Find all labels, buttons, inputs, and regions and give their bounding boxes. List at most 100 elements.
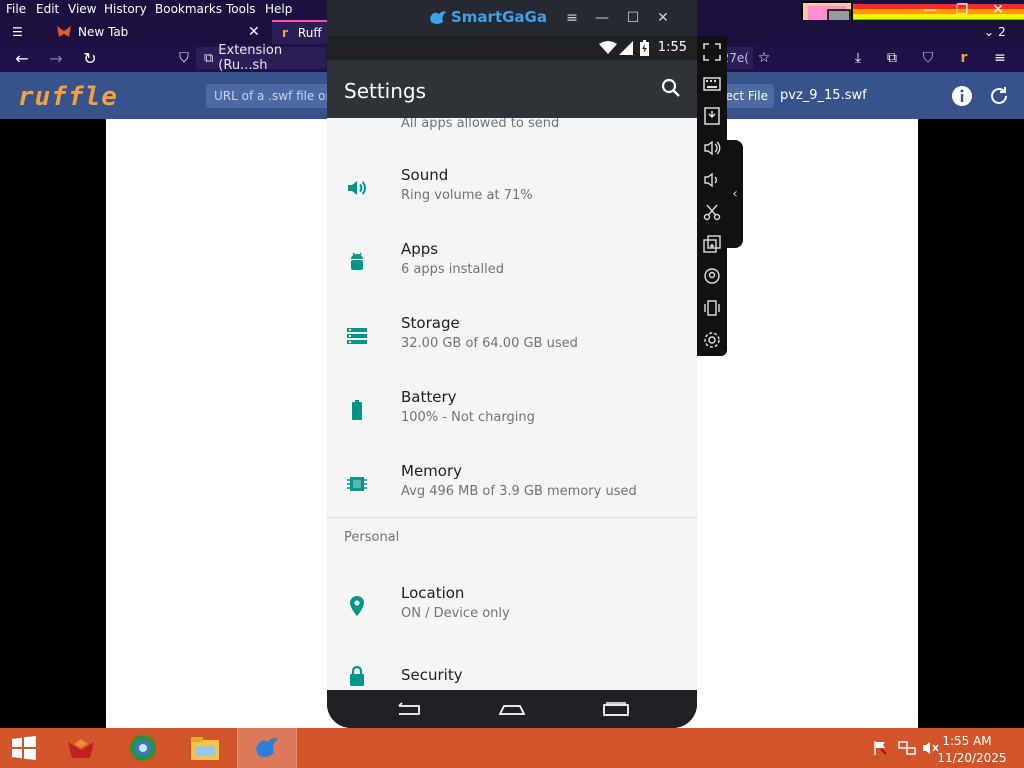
start-button[interactable]	[0, 728, 48, 768]
close-tab-icon[interactable]: ✕	[248, 24, 260, 40]
storage-row[interactable]: Storage 32.00 GB of 64.00 GB used	[327, 300, 697, 374]
gear-icon[interactable]	[702, 330, 722, 350]
info-icon[interactable]	[950, 84, 974, 108]
settings-list: All apps allowed to send Sound Ring volu…	[327, 118, 697, 690]
multi-instance-icon[interactable]	[702, 234, 722, 254]
menu-edit[interactable]: Edit	[36, 2, 59, 16]
restore-icon[interactable]: ❐	[952, 0, 972, 20]
fullscreen-icon[interactable]	[702, 42, 722, 62]
tab-count-chevron-icon[interactable]: ⌄ 2	[984, 20, 1006, 44]
location-pin-icon	[350, 596, 364, 616]
android-status-bar	[327, 36, 697, 60]
ruffle-logo: ruffle	[18, 82, 118, 112]
emulator-titlebar[interactable]: SmartGaGa ≡ — ☐ ✕	[327, 0, 697, 36]
minimize-icon[interactable]: —	[920, 0, 940, 20]
android-icon	[351, 252, 363, 270]
emulator-brand: SmartGaGa	[451, 8, 547, 26]
security-row[interactable]: Security	[327, 654, 697, 690]
menu-tools[interactable]: Tools	[226, 2, 256, 16]
collapse-toolbar-chevron-icon[interactable]: ‹	[727, 140, 743, 248]
row-subtitle: Ring volume at 71%	[401, 188, 533, 203]
recents-nav-icon[interactable]	[602, 698, 630, 720]
taskbar-clock-time[interactable]: 1:55 AM	[932, 734, 1002, 748]
menu-view[interactable]: View	[68, 2, 96, 16]
back-icon[interactable]: ←	[12, 48, 32, 68]
volume-icon	[348, 181, 366, 195]
screenshot-scissors-icon[interactable]	[702, 202, 722, 222]
keyboard-icon[interactable]	[702, 74, 722, 94]
emulator-minimize-icon[interactable]: —	[592, 8, 612, 28]
windows-taskbar	[0, 727, 1024, 768]
smartgaga-emulator-window: SmartGaGa ≡ — ☐ ✕ 1:55 Settings All apps…	[327, 0, 697, 728]
sound-row[interactable]: Sound Ring volume at 71%	[327, 152, 697, 226]
search-icon[interactable]	[659, 76, 683, 100]
memory-chip-icon	[347, 477, 367, 491]
row-title: Battery	[401, 388, 457, 406]
row-title: Memory	[401, 462, 463, 480]
emulator-menu-icon[interactable]: ≡	[562, 8, 582, 28]
shake-icon[interactable]	[702, 298, 722, 318]
page-title: Settings	[344, 79, 427, 103]
tab-label: Ruff	[297, 26, 322, 40]
forward-icon[interactable]: →	[46, 48, 66, 68]
reload-icon[interactable]: ↻	[80, 48, 100, 68]
row-subtitle: 32.00 GB of 64.00 GB used	[401, 336, 578, 351]
folder-icon	[191, 737, 219, 760]
back-nav-icon[interactable]	[395, 698, 423, 720]
reload-swf-icon[interactable]	[987, 84, 1011, 108]
row-title: Storage	[401, 314, 460, 332]
battery-icon	[352, 400, 362, 420]
emulator-maximize-icon[interactable]: ☐	[623, 8, 643, 28]
volume-down-icon[interactable]	[702, 170, 722, 190]
apps-row[interactable]: Apps 6 apps installed	[327, 226, 697, 300]
section-divider	[327, 517, 697, 518]
menu-file[interactable]: File	[6, 2, 26, 16]
close-window-icon[interactable]: ✕	[988, 0, 1008, 20]
menu-bookmarks[interactable]: Bookmarks	[155, 2, 222, 16]
ruffle-tab-icon: r	[282, 26, 288, 40]
taskbar-browser[interactable]	[114, 728, 172, 768]
row-title: Sound	[401, 166, 449, 184]
volume-up-icon[interactable]	[702, 138, 722, 158]
firefox-developer-icon	[68, 739, 94, 758]
taskbar-clock-date[interactable]: 11/20/2025	[932, 751, 1012, 765]
swf-url-input[interactable]: URL of a .swf file or	[206, 84, 330, 108]
smartgaga-logo-icon	[430, 11, 446, 24]
tab-ruffle[interactable]: r Ruff	[272, 20, 328, 44]
row-title: Location	[401, 584, 465, 602]
tab-count: 2	[998, 25, 1006, 39]
extension-puzzle-icon: ⧉	[204, 50, 214, 66]
tab-new-tab[interactable]: New Tab ✕	[56, 20, 264, 44]
ublock-shield-icon[interactable]: ⛉	[918, 48, 938, 68]
home-nav-icon[interactable]	[498, 698, 526, 720]
battery-row[interactable]: Battery 100% - Not charging	[327, 374, 697, 448]
ruffle-extension-icon[interactable]: r	[954, 48, 974, 68]
shield-icon[interactable]: ⛉	[174, 48, 194, 68]
tab-list-icon[interactable]: ☰	[12, 20, 28, 44]
taskbar-file-explorer[interactable]	[176, 728, 234, 768]
memory-row[interactable]: Memory Avg 496 MB of 3.9 GB memory used	[327, 448, 697, 522]
menu-help[interactable]: Help	[265, 2, 292, 16]
menu-history[interactable]: History	[104, 2, 147, 16]
flag-notification-icon[interactable]	[872, 740, 888, 756]
location-row[interactable]: Location ON / Device only	[327, 570, 697, 644]
battery-status-icon	[640, 40, 649, 56]
row-subtitle: ON / Device only	[401, 606, 510, 621]
windows-logo-icon	[12, 736, 36, 760]
emulator-close-icon[interactable]: ✕	[653, 8, 673, 28]
emulator-side-toolbar	[697, 36, 727, 356]
location-icon[interactable]	[702, 266, 722, 286]
extensions-icon[interactable]: ⧉	[882, 48, 902, 68]
url-bar[interactable]: ⧉ Extension (Ru...sh	[196, 43, 326, 73]
install-apk-icon[interactable]	[702, 106, 722, 126]
row-subtitle: Avg 496 MB of 3.9 GB memory used	[401, 484, 637, 499]
taskbar-smartgaga[interactable]	[237, 727, 297, 768]
row-title: Apps	[401, 240, 439, 258]
network-icon[interactable]	[898, 740, 916, 756]
android-nav-bar	[327, 690, 697, 728]
bookmark-star-icon[interactable]: ☆	[754, 48, 774, 68]
downloads-icon[interactable]: ⤓	[848, 48, 868, 68]
hamburger-menu-icon[interactable]: ≡	[990, 48, 1010, 68]
taskbar-firefox[interactable]	[52, 728, 110, 768]
row-subtitle: 6 apps installed	[401, 262, 504, 277]
